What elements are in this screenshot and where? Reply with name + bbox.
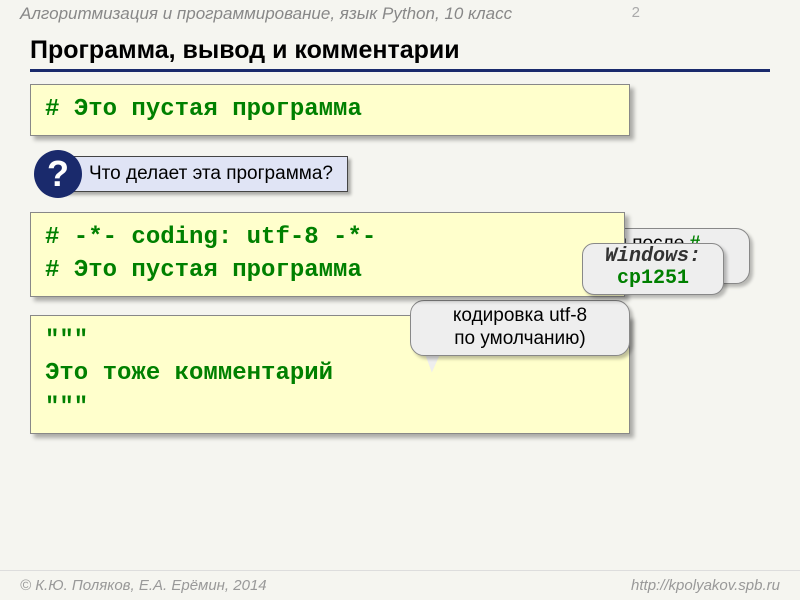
slide-title: Программа, вывод и комментарии [30, 36, 770, 72]
code-line: # -*- coding: utf-8 -*- [45, 221, 610, 255]
windows-encoding-box: Windows: cp1251 [582, 243, 724, 295]
slide-footer: © К.Ю. Поляков, Е.А. Ерёмин, 2014 http:/… [0, 570, 800, 600]
code-line: # Это пустая программа [45, 254, 610, 288]
code-block-1: # Это пустая программа [30, 84, 630, 136]
slide-content: # Это пустая программа комментарии после… [0, 84, 800, 434]
code-line: """ [45, 391, 615, 425]
question-box: Что делает эта программа? [64, 156, 348, 192]
code-block-2: # -*- coding: utf-8 -*- # Это пустая про… [30, 212, 625, 297]
encoding-label: cp1251 [605, 268, 701, 290]
question-row: ? Что делает эта программа? [34, 150, 800, 198]
callout-encoding: кодировка utf-8 по умолчанию) [410, 300, 630, 356]
question-mark-icon: ? [34, 150, 82, 198]
code-line: # Это пустая программа [45, 96, 362, 123]
callout-text: по умолчанию) [454, 328, 585, 349]
source-url-text: http://kpolyakov.spb.ru [631, 577, 780, 594]
os-label: Windows: [605, 246, 701, 268]
page-number: 2 [632, 4, 640, 21]
copyright-text: © К.Ю. Поляков, Е.А. Ерёмин, 2014 [20, 577, 267, 594]
callout-text: кодировка utf-8 [453, 305, 587, 326]
code-line: Это тоже комментарий [45, 357, 615, 391]
header-text: Алгоритмизация и программирование, язык … [20, 4, 512, 23]
slide-header: Алгоритмизация и программирование, язык … [0, 0, 800, 28]
